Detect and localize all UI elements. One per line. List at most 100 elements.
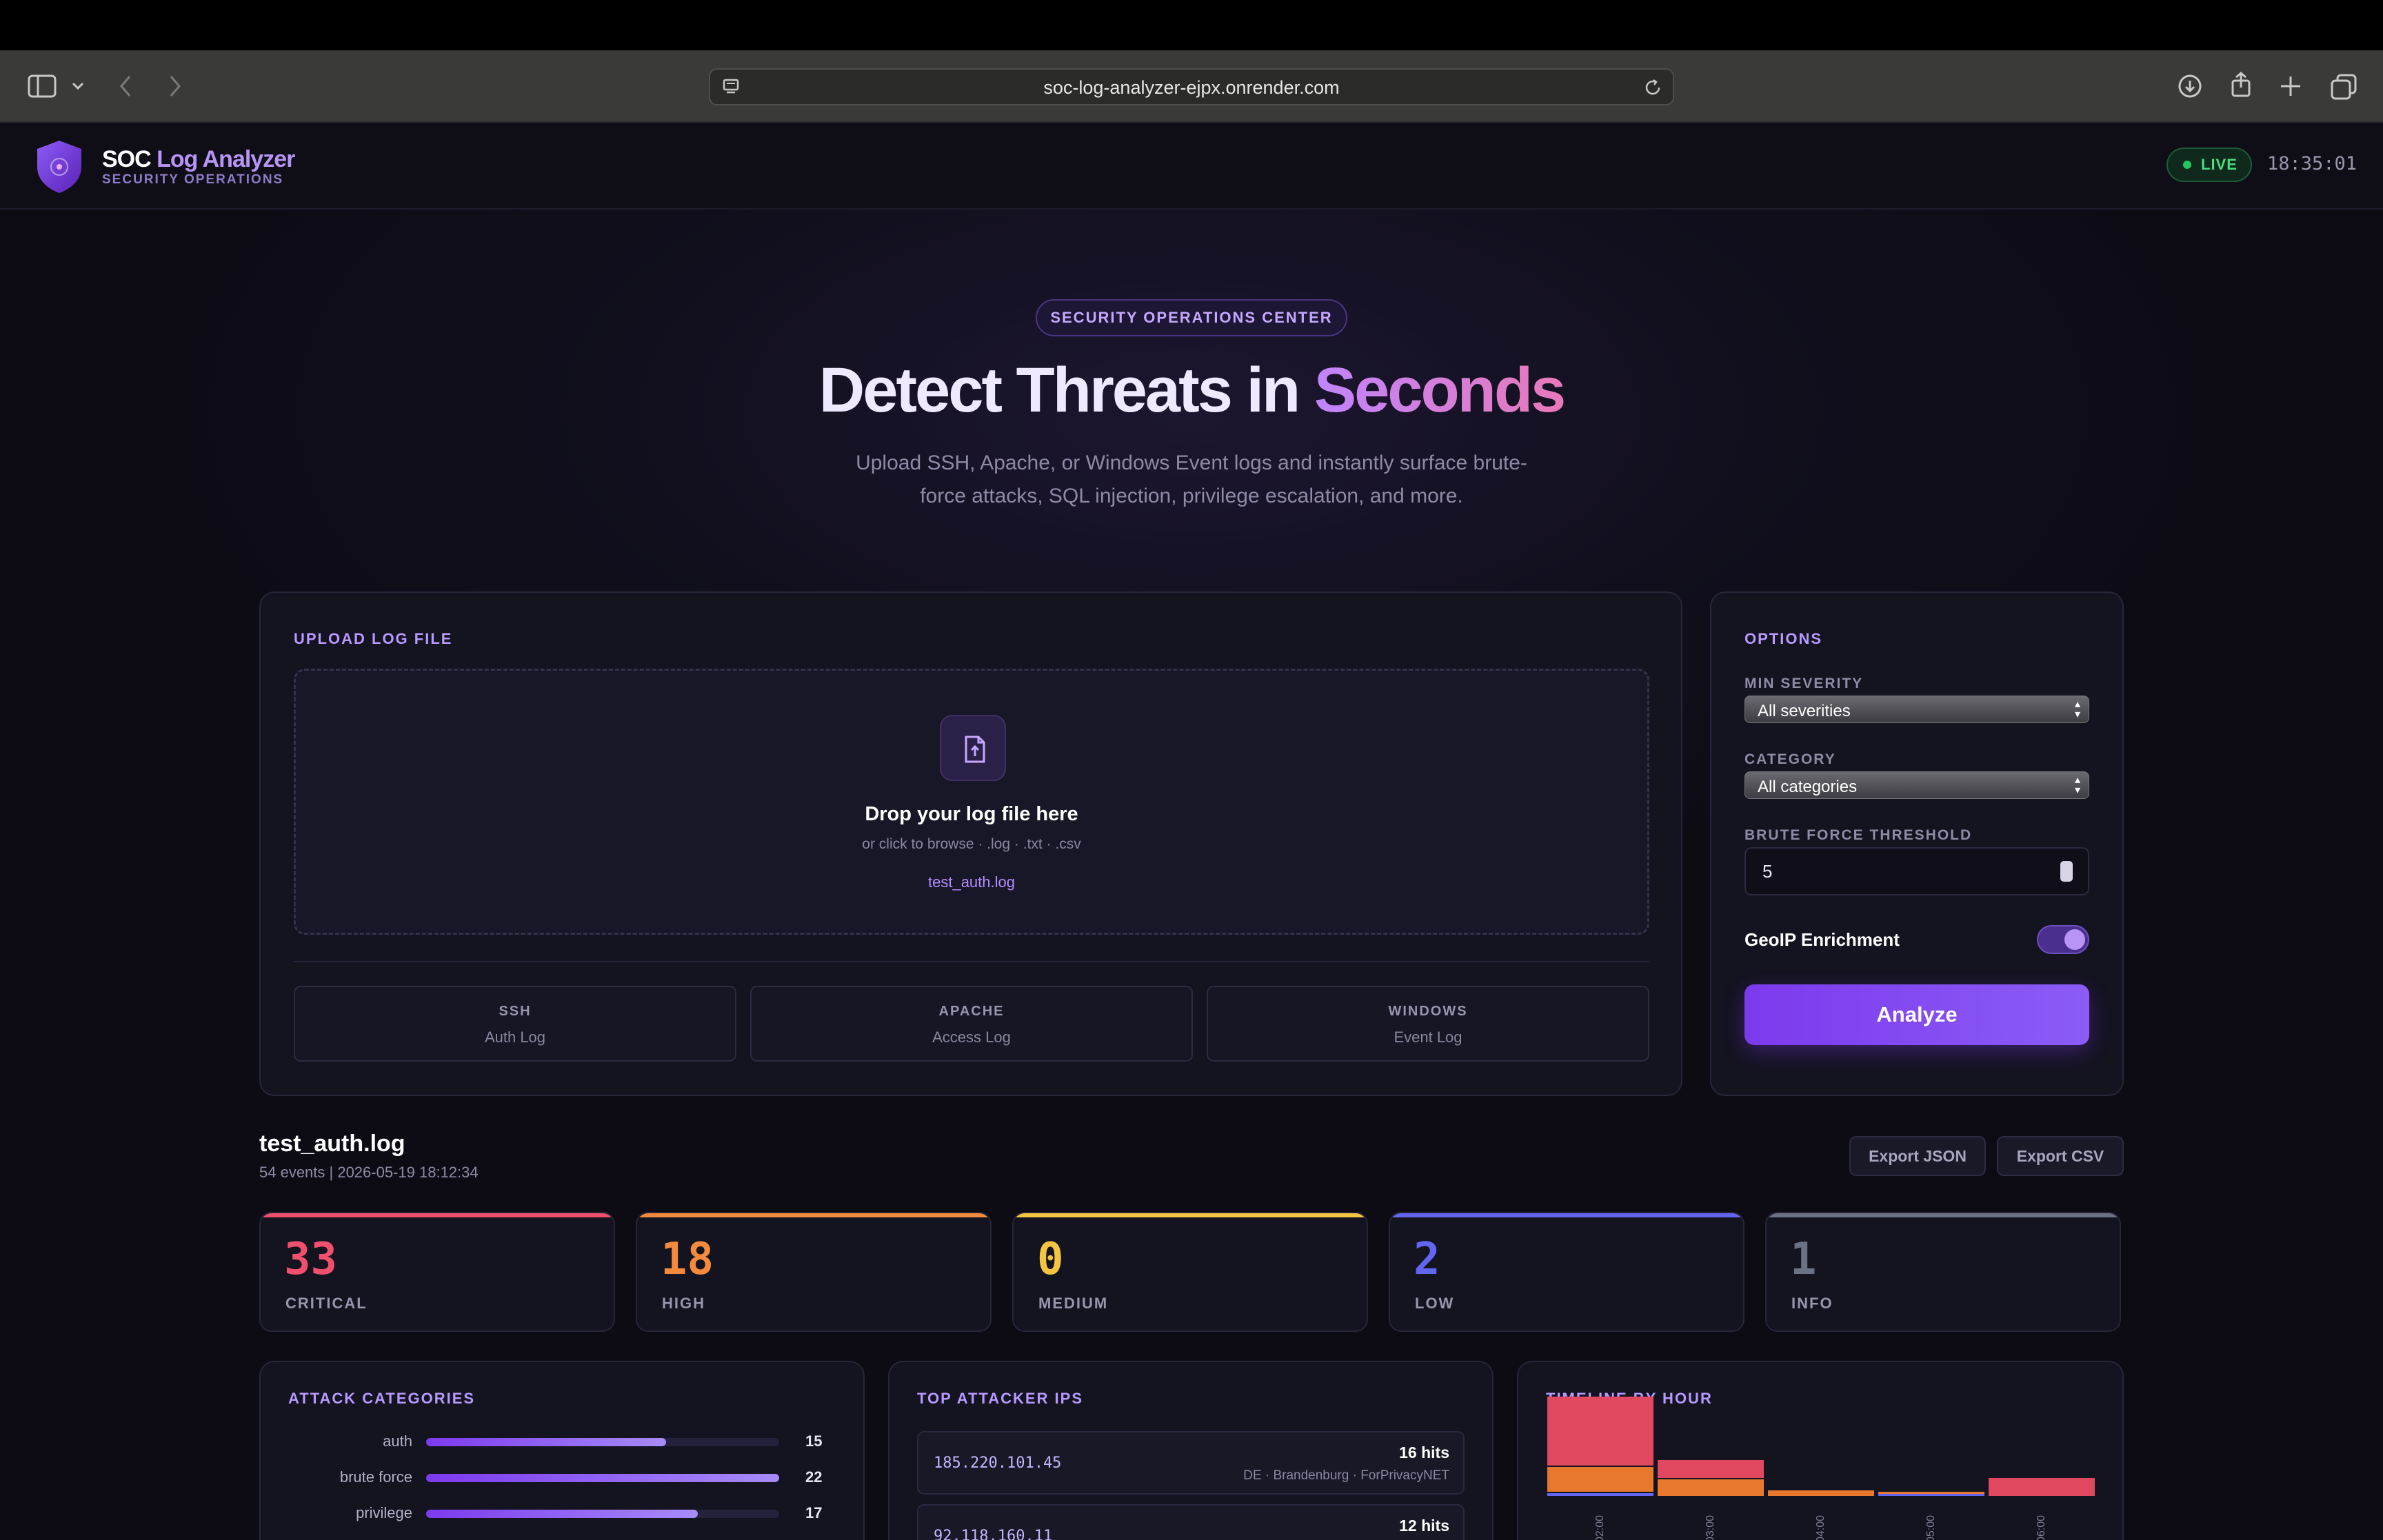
stat-accent-bar: [1014, 1213, 1367, 1217]
page: SOC Log Analyzer SECURITY OPERATIONS LIV…: [0, 123, 2383, 1540]
min-severity-value: All severities: [1758, 702, 1851, 720]
timeline-card: TIMELINE BY HOUR 02:00 03:00 04:00 05:00…: [1517, 1361, 2124, 1540]
brand-subtitle: SECURITY OPERATIONS: [102, 172, 284, 187]
stat-count: 1: [1790, 1234, 1817, 1285]
hero-title: Detect Threats in Seconds: [0, 354, 2383, 427]
category-bar-track: [426, 1474, 779, 1482]
export-json-button[interactable]: Export JSON: [1849, 1136, 1986, 1176]
hero-title-main: Detect Threats in: [818, 355, 1314, 425]
category-count: 15: [805, 1432, 823, 1450]
divider: [294, 961, 1649, 962]
threshold-input[interactable]: 5: [1744, 847, 2089, 895]
hero-subtitle-line: force attacks, SQL injection, privilege …: [920, 485, 1463, 507]
attacker-ip: 185.220.101.45: [934, 1455, 1062, 1472]
sidebar-toggle-icon[interactable]: [28, 74, 57, 99]
stat-label: CRITICAL: [285, 1295, 368, 1312]
live-dot-icon: [2183, 161, 2191, 169]
category-bar-track: [426, 1510, 779, 1518]
top-attackers-card: TOP ATTACKER IPS 185.220.101.45 16 hits …: [888, 1361, 1494, 1540]
category-bar-track: [426, 1438, 779, 1446]
category-count: 22: [805, 1468, 823, 1486]
reload-icon[interactable]: [1642, 77, 1663, 98]
stat-card-high[interactable]: 18 HIGH: [636, 1212, 992, 1332]
app-header: SOC Log Analyzer SECURITY OPERATIONS LIV…: [0, 123, 2383, 210]
stat-accent-bar: [1767, 1213, 2120, 1217]
threshold-label: BRUTE FORCE THRESHOLD: [1744, 827, 1973, 843]
hero-title-accent: Seconds: [1314, 355, 1566, 425]
back-arrow-icon[interactable]: [119, 74, 132, 99]
dropzone-hint: or click to browse · .log · .txt · .csv: [862, 836, 1081, 852]
log-type-name: SSH: [499, 1004, 532, 1019]
category-count: 17: [805, 1504, 823, 1521]
attacker-ip-row[interactable]: 92.118.160.11 12 hits: [917, 1504, 1465, 1540]
hero-subtitle: Upload SSH, Apache, or Windows Event log…: [847, 447, 1536, 513]
stat-card-low[interactable]: 2 LOW: [1389, 1212, 1744, 1332]
attack-categories-label: ATTACK CATEGORIES: [288, 1390, 476, 1407]
live-label: LIVE: [2201, 156, 2238, 173]
timeline-bar-critical: [1658, 1460, 1764, 1478]
timeline-hour-tick: 04:00: [1815, 1514, 1827, 1540]
log-type-desc: Event Log: [1394, 1029, 1462, 1046]
stat-accent-bar: [1390, 1213, 1743, 1217]
analyze-button[interactable]: Analyze: [1744, 984, 2089, 1045]
timeline-bar-critical: [1547, 1397, 1653, 1466]
min-severity-select[interactable]: All severities ▴ ▾: [1744, 696, 2089, 723]
timeline-hour-tick: 06:00: [2035, 1514, 2047, 1540]
category-name: auth: [383, 1432, 412, 1450]
timeline-hour-tick: 02:00: [1594, 1514, 1606, 1540]
category-value: All categories: [1758, 778, 1858, 796]
geoip-toggle[interactable]: [2037, 925, 2089, 954]
log-type-ssh[interactable]: SSH Auth Log: [294, 986, 736, 1062]
category-select[interactable]: All categories ▴ ▾: [1744, 771, 2089, 799]
timeline-bar-high: [1658, 1479, 1764, 1496]
category-bar-fill: [426, 1474, 779, 1482]
log-type-desc: Access Log: [932, 1029, 1011, 1046]
stat-label: LOW: [1415, 1295, 1455, 1312]
stat-count: 18: [661, 1234, 714, 1285]
attacker-hits: 16 hits: [1399, 1443, 1449, 1461]
download-icon[interactable]: [2178, 74, 2202, 99]
log-type-windows[interactable]: WINDOWS Event Log: [1207, 986, 1649, 1062]
tab-overview-icon[interactable]: [2331, 74, 2357, 100]
share-icon[interactable]: [2229, 71, 2253, 99]
hero-badge: SECURITY OPERATIONS CENTER: [1036, 299, 1347, 336]
forward-arrow-icon[interactable]: [168, 74, 182, 99]
file-dropzone[interactable]: Drop your log file here or click to brow…: [294, 669, 1649, 935]
attacker-hits: 12 hits: [1399, 1517, 1449, 1534]
stat-accent-bar: [261, 1213, 614, 1217]
top-attackers-label: TOP ATTACKER IPS: [917, 1390, 1084, 1407]
shield-logo-icon: [37, 141, 81, 193]
timeline-bar-critical: [1989, 1478, 2095, 1496]
upload-section-label: UPLOAD LOG FILE: [294, 630, 453, 647]
min-severity-label: MIN SEVERITY: [1744, 676, 1864, 691]
log-type-name: WINDOWS: [1388, 1004, 1468, 1019]
brand-title[interactable]: SOC Log Analyzer: [102, 146, 295, 173]
address-bar[interactable]: soc-log-analyzer-ejpx.onrender.com: [709, 68, 1674, 105]
stat-card-info[interactable]: 1 INFO: [1765, 1212, 2121, 1332]
stepper-icon[interactable]: [2060, 861, 2073, 882]
results-file-name: test_auth.log: [259, 1131, 405, 1157]
hero-subtitle-line: Upload SSH, Apache, or Windows Event log…: [856, 452, 1527, 474]
export-csv-button[interactable]: Export CSV: [1997, 1136, 2124, 1176]
timeline-hour-tick: 05:00: [1925, 1514, 1937, 1540]
stat-card-critical[interactable]: 33 CRITICAL: [259, 1212, 615, 1332]
category-label: CATEGORY: [1744, 751, 1836, 767]
log-type-apache[interactable]: APACHE Access Log: [750, 986, 1193, 1062]
options-card: OPTIONS MIN SEVERITY All severities ▴ ▾ C…: [1710, 591, 2124, 1096]
timeline-bar-low: [1547, 1493, 1653, 1496]
stat-accent-bar: [637, 1213, 990, 1217]
select-arrows-icon: ▴ ▾: [2074, 774, 2080, 796]
chevron-down-icon[interactable]: [72, 82, 84, 90]
attacker-geo: DE · Brandenburg · ForPrivacyNET: [1243, 1468, 1449, 1483]
attacker-ip: 92.118.160.11: [934, 1528, 1053, 1540]
url-text: soc-log-analyzer-ejpx.onrender.com: [1043, 77, 1340, 98]
timeline-bar-high: [1768, 1490, 1874, 1496]
stat-count: 2: [1414, 1234, 1440, 1285]
geoip-label: GeoIP Enrichment: [1744, 929, 1900, 950]
selected-file-name: test_auth.log: [928, 873, 1015, 891]
new-tab-icon[interactable]: [2280, 75, 2302, 97]
stat-card-medium[interactable]: 0 MEDIUM: [1012, 1212, 1368, 1332]
log-type-desc: Auth Log: [484, 1029, 546, 1046]
stat-label: INFO: [1791, 1295, 1833, 1312]
attacker-ip-row[interactable]: 185.220.101.45 16 hits DE · Brandenburg …: [917, 1431, 1465, 1495]
